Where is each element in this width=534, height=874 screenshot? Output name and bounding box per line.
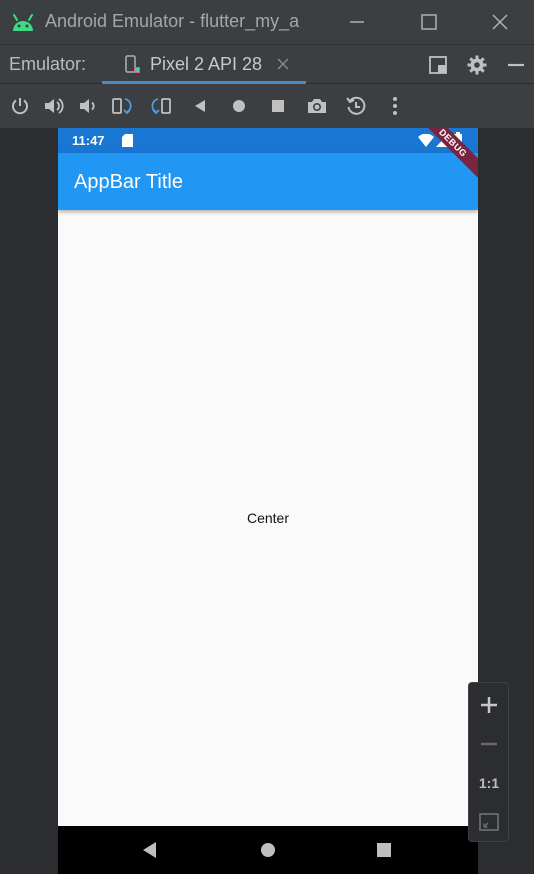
maximize-icon[interactable] [417, 10, 441, 34]
nav-overview-icon[interactable] [373, 839, 395, 861]
emulator-toolbar [0, 84, 534, 128]
nav-home-icon[interactable] [257, 839, 279, 861]
appbar-title: AppBar Title [74, 171, 183, 193]
sd-card-icon [122, 134, 133, 147]
device-phone-icon [125, 55, 140, 73]
status-time: 11:47 [72, 133, 105, 148]
app-bar: AppBar Title [58, 153, 478, 210]
window-titlebar: Android Emulator - flutter_my_a [0, 0, 534, 44]
home-icon[interactable] [228, 95, 250, 117]
camera-icon[interactable] [306, 95, 328, 117]
more-icon[interactable] [384, 95, 406, 117]
hide-panel-icon[interactable] [505, 54, 527, 76]
window-title: Android Emulator - flutter_my_a [45, 11, 300, 31]
overview-icon[interactable] [267, 95, 289, 117]
emulator-tabbar: Emulator: Pixel 2 API 28 [0, 44, 534, 84]
zoom-in-icon[interactable] [477, 693, 501, 717]
close-icon[interactable] [488, 10, 512, 34]
zoom-fit-icon[interactable] [477, 810, 501, 834]
wifi-icon [418, 134, 434, 147]
android-icon [13, 14, 33, 31]
emulator-label: Emulator: [9, 54, 87, 74]
zoom-out-icon[interactable] [477, 732, 501, 756]
zoom-panel: 1:1 [468, 682, 509, 842]
status-bar: 11:47 [58, 128, 478, 153]
nav-back-icon[interactable] [140, 839, 162, 861]
rotate-right-icon[interactable] [150, 95, 172, 117]
navigation-bar [58, 826, 478, 874]
volume-down-icon[interactable] [76, 95, 98, 117]
gear-icon[interactable] [466, 54, 488, 76]
zoom-actual-size-button[interactable]: 1:1 [477, 771, 501, 795]
restore-layout-icon[interactable] [427, 54, 449, 76]
rotate-left-icon[interactable] [111, 95, 133, 117]
tab-close-icon[interactable] [277, 58, 289, 70]
back-icon[interactable] [189, 95, 211, 117]
tab-label: Pixel 2 API 28 [150, 54, 263, 74]
minimize-icon[interactable] [345, 10, 369, 34]
center-text: Center [246, 510, 290, 526]
replay-icon[interactable] [345, 95, 367, 117]
volume-up-icon[interactable] [42, 95, 64, 117]
tab-pixel-2-api-28[interactable]: Pixel 2 API 28 [102, 45, 306, 84]
power-icon[interactable] [9, 95, 31, 117]
phone-screen[interactable]: 11:47 AppBar Title DEBUG Center [58, 128, 478, 874]
